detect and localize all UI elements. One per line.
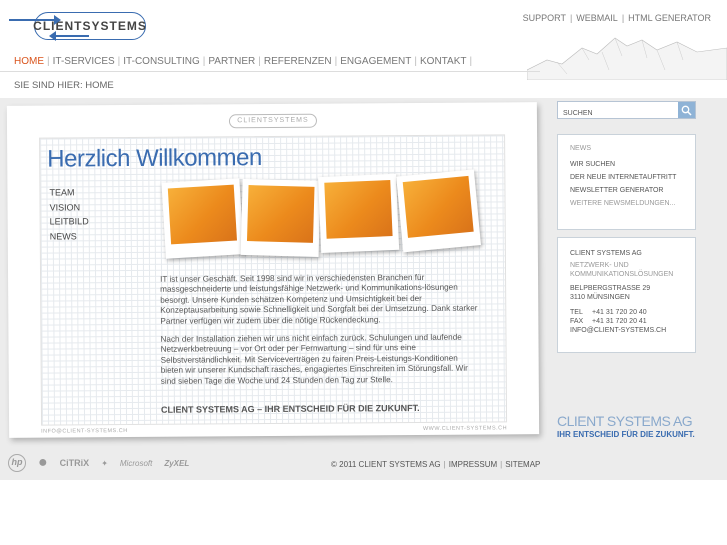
section-link-vision[interactable]: VISION bbox=[50, 200, 89, 215]
card-url: WWW.CLIENT-SYSTEMS.CH bbox=[422, 425, 508, 432]
intro-paragraph: Nach der Installation ziehen wir uns nic… bbox=[160, 332, 468, 386]
intro-text: IT ist unser Geschäft. Seit 1998 sind wi… bbox=[160, 273, 481, 395]
brand-name: CLIENT SYSTEMS AG bbox=[557, 413, 693, 429]
divider: | bbox=[500, 460, 503, 469]
footer: © 2011 CLIENT SYSTEMS AG | IMPRESSUM | SITEM… bbox=[331, 460, 540, 469]
nav-item-engagement[interactable]: ENGAGEMENT bbox=[337, 56, 414, 67]
html-generator-link[interactable]: HTML GENERATOR bbox=[628, 13, 711, 23]
photo-image bbox=[167, 184, 238, 245]
brand-block: CLIENT SYSTEMS AG IHR ENTSCHEID FÜR DIE … bbox=[557, 413, 707, 439]
breadcrumb: SIE SIND HIER: HOME bbox=[14, 80, 114, 91]
contact-street: BELPBERGSTRASSE 29 bbox=[570, 285, 651, 292]
logo[interactable]: CLIENTSYSTEMS bbox=[9, 12, 146, 41]
photo-image bbox=[402, 175, 474, 238]
photo-image bbox=[246, 185, 315, 243]
support-link[interactable]: SUPPORT bbox=[523, 13, 566, 23]
nav-item-it-consulting[interactable]: IT-CONSULTING bbox=[120, 56, 202, 67]
contact-subtitle: NETZWERK- UND KOMMUNIKATIONSLÖSUNGEN bbox=[570, 262, 674, 278]
contact-box: CLIENT SYSTEMS AG NETZWERK- UND KOMMUNIK… bbox=[557, 237, 696, 353]
page-title: Herzlich Willkommen bbox=[47, 144, 262, 173]
contact-city: 3110 MÜNSINGEN bbox=[570, 294, 630, 301]
section-link-news[interactable]: NEWS bbox=[50, 229, 89, 244]
nav-item-kontakt[interactable]: KONTAKT bbox=[417, 56, 469, 67]
logo-arrow-icon bbox=[49, 31, 89, 41]
contact-fax: +41 31 720 20 41 bbox=[592, 318, 647, 325]
search-button[interactable] bbox=[678, 102, 695, 118]
divider: | bbox=[443, 460, 446, 469]
hp-logo[interactable]: hp bbox=[8, 454, 26, 472]
news-link[interactable]: WIR SUCHEN bbox=[570, 161, 683, 168]
fax-label: FAX bbox=[570, 318, 584, 325]
impressum-link[interactable]: IMPRESSUM bbox=[449, 460, 497, 469]
section-link-team[interactable]: TEAM bbox=[49, 185, 88, 200]
logo-arrow-icon bbox=[9, 15, 61, 25]
card-logo: CLIENTSYSTEMS bbox=[228, 113, 318, 129]
section-link-leitbild[interactable]: LEITBILD bbox=[50, 214, 89, 229]
photo-polaroid bbox=[318, 173, 400, 254]
partner-logos: hp ● CiTRiX ✦ Microsoft ZyXEL bbox=[8, 454, 189, 472]
news-link[interactable]: DER NEUE INTERNETAUFTRITT bbox=[570, 174, 683, 181]
nav-item-referenzen[interactable]: REFERENZEN bbox=[261, 56, 335, 67]
search-input[interactable] bbox=[558, 105, 678, 122]
copyright: © 2011 CLIENT SYSTEMS AG bbox=[331, 460, 441, 469]
photo-image bbox=[324, 180, 393, 239]
main-nav: HOME | IT-SERVICES | IT-CONSULTING | PARTNE… bbox=[14, 56, 472, 67]
brand-claim: IHR ENTSCHEID FÜR DIE ZUKUNFT. bbox=[557, 430, 695, 439]
news-box: NEWS WIR SUCHEN DER NEUE INTERNETAUFTRIT… bbox=[557, 134, 696, 230]
swisscom-logo-icon[interactable]: ✦ bbox=[101, 459, 108, 468]
webmail-link[interactable]: WEBMAIL bbox=[576, 13, 618, 23]
photo-polaroid bbox=[240, 178, 321, 258]
mountain-sketch-image bbox=[527, 37, 727, 80]
news-heading: NEWS bbox=[570, 145, 591, 152]
contact-company: CLIENT SYSTEMS AG bbox=[570, 250, 642, 257]
section-nav: TEAM VISION LEITBILD NEWS bbox=[49, 185, 88, 243]
search-icon bbox=[681, 105, 692, 116]
sitemap-link[interactable]: SITEMAP bbox=[505, 460, 540, 469]
photo-polaroid bbox=[396, 169, 481, 253]
zyxel-logo[interactable]: ZyXEL bbox=[164, 459, 189, 468]
intro-paragraph: IT ist unser Geschäft. Seit 1998 sind wi… bbox=[160, 272, 478, 326]
more-news-link[interactable]: WEITERE NEWSMELDUNGEN... bbox=[570, 200, 683, 207]
apple-logo-icon[interactable]: ● bbox=[38, 454, 48, 472]
photo-polaroid bbox=[161, 178, 244, 259]
top-links: SUPPORT | WEBMAIL | HTML GENERATOR bbox=[523, 13, 711, 23]
contact-tel: +41 31 720 20 40 bbox=[592, 309, 647, 316]
card-email: INFO@CLIENT-SYSTEMS.CH bbox=[41, 428, 128, 435]
nav-divider bbox=[0, 71, 540, 72]
tel-label: TEL bbox=[570, 309, 583, 316]
search-box bbox=[557, 101, 696, 122]
contact-email[interactable]: INFO@CLIENT-SYSTEMS.CH bbox=[570, 326, 683, 335]
nav-item-partner[interactable]: PARTNER bbox=[205, 56, 258, 67]
tagline: CLIENT SYSTEMS AG – IHR ENTSCHEID FÜR DI… bbox=[160, 402, 420, 415]
nav-item-it-services[interactable]: IT-SERVICES bbox=[50, 56, 118, 67]
divider: | bbox=[469, 56, 473, 67]
microsoft-logo[interactable]: Microsoft bbox=[120, 459, 152, 468]
divider: | bbox=[569, 13, 573, 23]
news-link[interactable]: NEWSLETTER GENERATOR bbox=[570, 187, 683, 194]
divider: | bbox=[621, 13, 625, 23]
nav-item-home[interactable]: HOME bbox=[14, 56, 47, 67]
welcome-card: CLIENTSYSTEMS Herzlich Willkommen TEAM V… bbox=[6, 102, 540, 438]
citrix-logo[interactable]: CiTRiX bbox=[60, 458, 90, 468]
